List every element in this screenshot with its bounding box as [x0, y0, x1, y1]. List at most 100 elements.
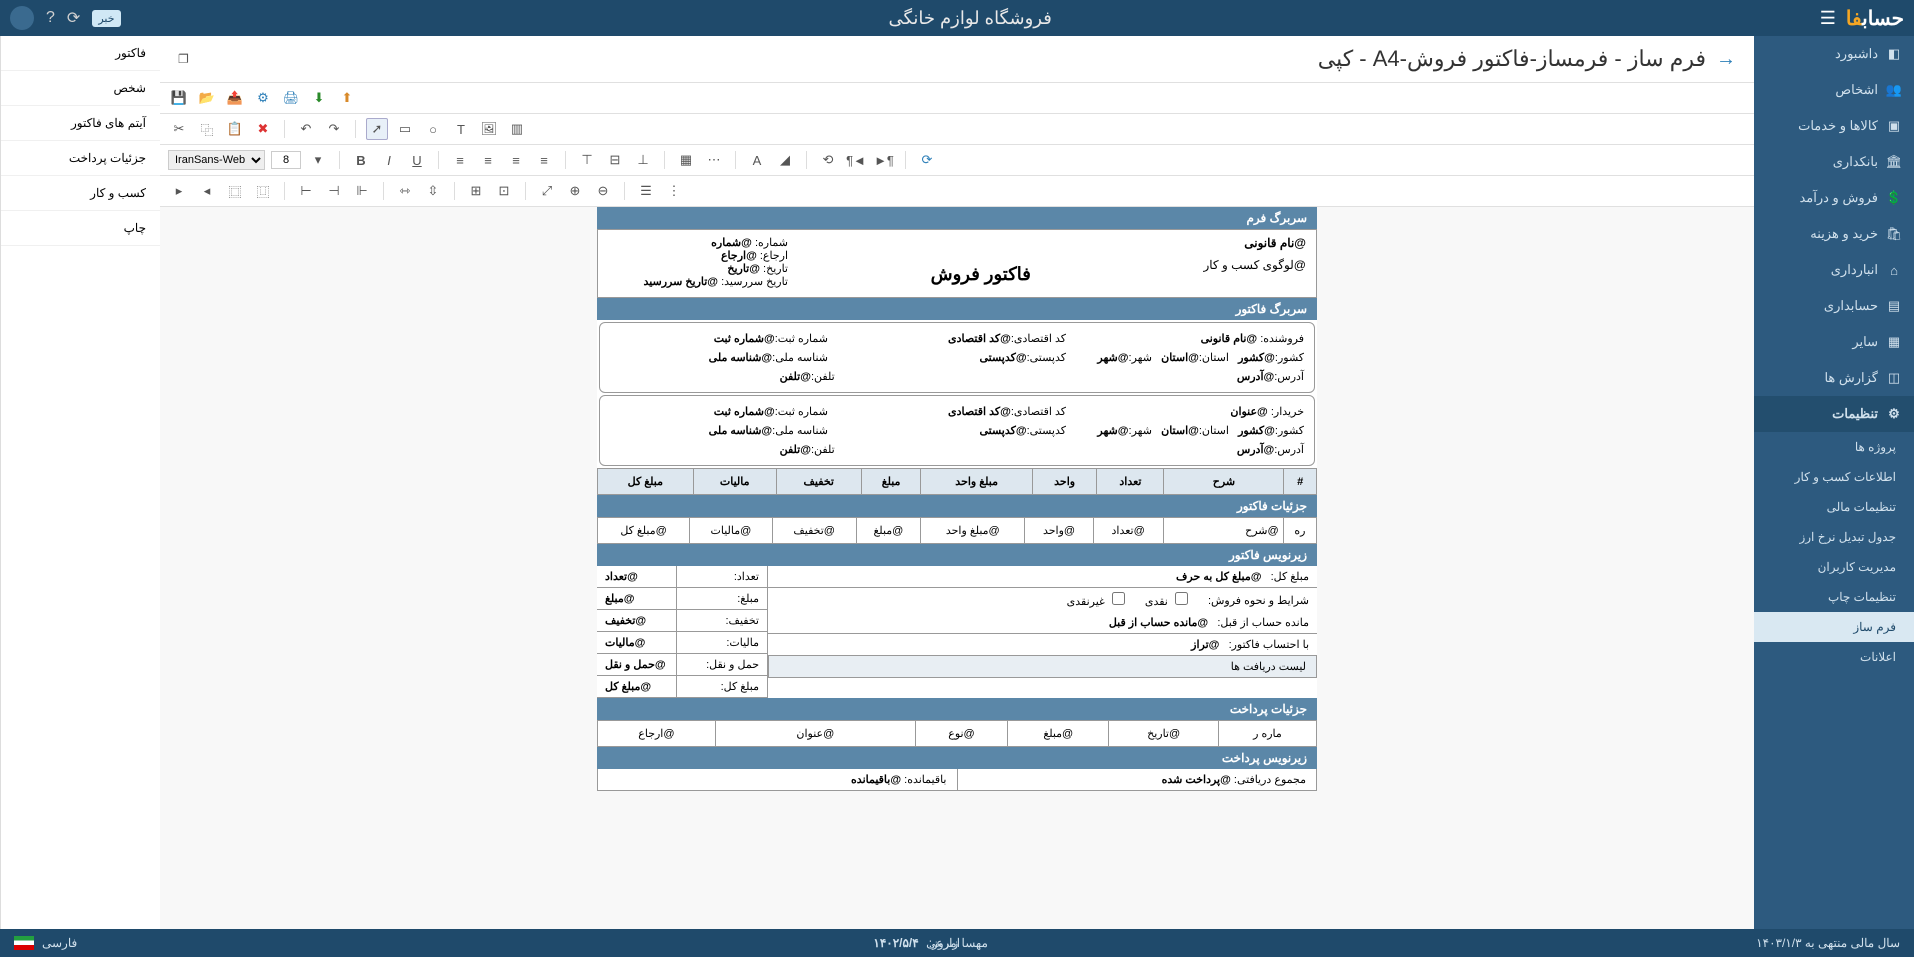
valign-mid-icon[interactable]: ⊟ — [604, 149, 626, 171]
sidebar-sub-print[interactable]: تنظیمات چاپ — [1754, 582, 1914, 612]
window-restore-icon[interactable]: ❐ — [178, 52, 189, 66]
context-item-person[interactable]: شخص — [1, 71, 160, 106]
flag-icon[interactable] — [14, 936, 34, 950]
border-icon[interactable]: ▦ — [675, 149, 697, 171]
send-back-icon[interactable]: ◂ — [196, 180, 218, 202]
invoice-items-row: ره @شرح @تعداد @واحد @مبلغ واحد @مبلغ @ت… — [597, 517, 1317, 544]
cut-icon[interactable]: ✂ — [168, 118, 190, 140]
sidebar-sub-formbuilder[interactable]: فرم ساز — [1754, 612, 1914, 642]
italic-icon[interactable]: I — [378, 149, 400, 171]
edit-toolbar-2: IranSans-Web ▾ B I U ≡ ≡ ≡ ≡ ⊤ ⊟ ⊥ ▦ ⋯ A… — [160, 145, 1754, 176]
context-item-invoice[interactable]: فاکتور — [1, 36, 160, 71]
zoom-in-icon[interactable]: ⊕ — [564, 180, 586, 202]
context-item-items[interactable]: آیتم های فاکتور — [1, 106, 160, 141]
context-item-payment[interactable]: جزئیات پرداخت — [1, 141, 160, 176]
zoom-fit-icon[interactable]: ⤢ — [536, 180, 558, 202]
font-size-input[interactable] — [271, 151, 301, 169]
avatar[interactable] — [10, 6, 34, 30]
save-icon[interactable]: 💾 — [168, 87, 190, 109]
language-label[interactable]: فارسی — [42, 936, 77, 950]
align-right-icon[interactable]: ≡ — [505, 149, 527, 171]
fill-color-icon[interactable]: ◢ — [774, 149, 796, 171]
circle-icon[interactable]: ○ — [422, 118, 444, 140]
layers-icon[interactable]: ☰ — [635, 180, 657, 202]
sidebar-item-reports[interactable]: ◫گزارش ها — [1754, 360, 1914, 396]
font-select[interactable]: IranSans-Web — [168, 150, 265, 170]
copy-icon[interactable]: ⿻ — [196, 118, 218, 140]
ltr-icon[interactable]: ►¶ — [873, 149, 895, 171]
rect-icon[interactable]: ▭ — [394, 118, 416, 140]
sidebar-item-purchase[interactable]: 🛍خرید و هزینه — [1754, 216, 1914, 252]
sidebar-sub-users[interactable]: مدیریت کاربران — [1754, 552, 1914, 582]
context-item-print[interactable]: چاپ — [1, 211, 160, 246]
undo-icon[interactable]: ↶ — [295, 118, 317, 140]
sidebar-sub-announcements[interactable]: اعلانات — [1754, 642, 1914, 672]
upload-icon[interactable]: ⬆ — [336, 87, 358, 109]
canvas-area[interactable]: سربرگ فرم @نام قانونی @لوگوی کسب و کار ف… — [160, 207, 1754, 929]
open-icon[interactable]: 📂 — [196, 87, 218, 109]
valign-top-icon[interactable]: ⊤ — [576, 149, 598, 171]
props-icon[interactable]: ⋮ — [663, 180, 685, 202]
sidebar-item-inventory[interactable]: ⌂انبارداری — [1754, 252, 1914, 288]
sidebar-item-banking[interactable]: 🏛بانکداری — [1754, 144, 1914, 180]
export-icon[interactable]: 📤 — [224, 87, 246, 109]
snap-icon[interactable]: ⊡ — [493, 180, 515, 202]
text-icon[interactable]: T — [450, 118, 472, 140]
delete-icon[interactable]: ✖ — [252, 118, 274, 140]
distribute-h-icon[interactable]: ⇿ — [394, 180, 416, 202]
pointer-icon[interactable]: ➚ — [366, 118, 388, 140]
group-icon[interactable]: ⿴ — [224, 180, 246, 202]
bring-front-icon[interactable]: ▸ — [168, 180, 190, 202]
align-justify-icon[interactable]: ≡ — [533, 149, 555, 171]
cash-checkbox[interactable]: نقدی — [1145, 592, 1188, 608]
redo-icon[interactable]: ↷ — [323, 118, 345, 140]
border-style-icon[interactable]: ⋯ — [703, 149, 725, 171]
ungroup-icon[interactable]: ⿶ — [252, 180, 274, 202]
rotate-icon[interactable]: ⟲ — [817, 149, 839, 171]
settings-icon[interactable]: ⚙ — [252, 87, 274, 109]
help-icon[interactable]: ? — [46, 9, 55, 27]
sidebar-sub-exchange[interactable]: جدول تبدیل نرخ ارز — [1754, 522, 1914, 552]
gear-icon: ⚙ — [1886, 406, 1902, 422]
hamburger-icon[interactable]: ☰ — [1820, 8, 1836, 29]
sidebar-item-dashboard[interactable]: ◧داشبورد — [1754, 36, 1914, 72]
underline-icon[interactable]: U — [406, 149, 428, 171]
sidebar-sub-financial[interactable]: تنظیمات مالی — [1754, 492, 1914, 522]
valign-bottom-icon[interactable]: ⊥ — [632, 149, 654, 171]
payment-row: ماره ر @تاریخ @مبلغ @نوع @عنوان @ارجاع — [597, 720, 1317, 747]
align-r-icon[interactable]: ⊩ — [351, 180, 373, 202]
sidebar-section-settings[interactable]: ⚙تنظیمات — [1754, 396, 1914, 432]
rtl-icon[interactable]: ¶◄ — [845, 149, 867, 171]
sidebar-sub-business[interactable]: اطلاعات کسب و کار — [1754, 462, 1914, 492]
sidebar-item-sales[interactable]: 💲فروش و درآمد — [1754, 180, 1914, 216]
sidebar-item-accounting[interactable]: ▤حسابداری — [1754, 288, 1914, 324]
zoom-out-icon[interactable]: ⊖ — [592, 180, 614, 202]
news-badge[interactable]: خبر — [92, 10, 120, 27]
align-center-icon[interactable]: ≡ — [477, 149, 499, 171]
align-left-icon[interactable]: ≡ — [449, 149, 471, 171]
edit-toolbar-1: ✂ ⿻ 📋 ✖ ↶ ↷ ➚ ▭ ○ T 🖼 ▥ — [160, 114, 1754, 145]
sidebar-item-people[interactable]: 👥اشخاص — [1754, 72, 1914, 108]
sidebar-sub-projects[interactable]: پروژه ها — [1754, 432, 1914, 462]
page-header: → فرم ساز - فرمساز-فاکتور فروش-A4 - کپی … — [160, 36, 1754, 83]
context-item-business[interactable]: کسب و کار — [1, 176, 160, 211]
font-color-icon[interactable]: A — [746, 149, 768, 171]
size-dropdown-icon[interactable]: ▾ — [307, 149, 329, 171]
paste-icon[interactable]: 📋 — [224, 118, 246, 140]
back-arrow-icon[interactable]: → — [1716, 48, 1736, 71]
align-c-icon[interactable]: ⊣ — [323, 180, 345, 202]
noncash-checkbox[interactable]: غیرنقدی — [1067, 592, 1125, 608]
align-l-icon[interactable]: ⊢ — [295, 180, 317, 202]
section-invoice-header: سربرگ فاکتور — [597, 298, 1317, 320]
sidebar-item-other[interactable]: ▦سایر — [1754, 324, 1914, 360]
download-icon[interactable]: ⬇ — [308, 87, 330, 109]
barcode-icon[interactable]: ▥ — [506, 118, 528, 140]
refresh2-icon[interactable]: ⟳ — [916, 149, 938, 171]
print-icon[interactable]: 🖨 — [280, 87, 302, 109]
image-icon[interactable]: 🖼 — [478, 118, 500, 140]
refresh-icon[interactable]: ⟳ — [67, 8, 80, 28]
bold-icon[interactable]: B — [350, 149, 372, 171]
distribute-v-icon[interactable]: ⇳ — [422, 180, 444, 202]
sidebar-item-products[interactable]: ▣کالاها و خدمات — [1754, 108, 1914, 144]
grid-icon[interactable]: ⊞ — [465, 180, 487, 202]
